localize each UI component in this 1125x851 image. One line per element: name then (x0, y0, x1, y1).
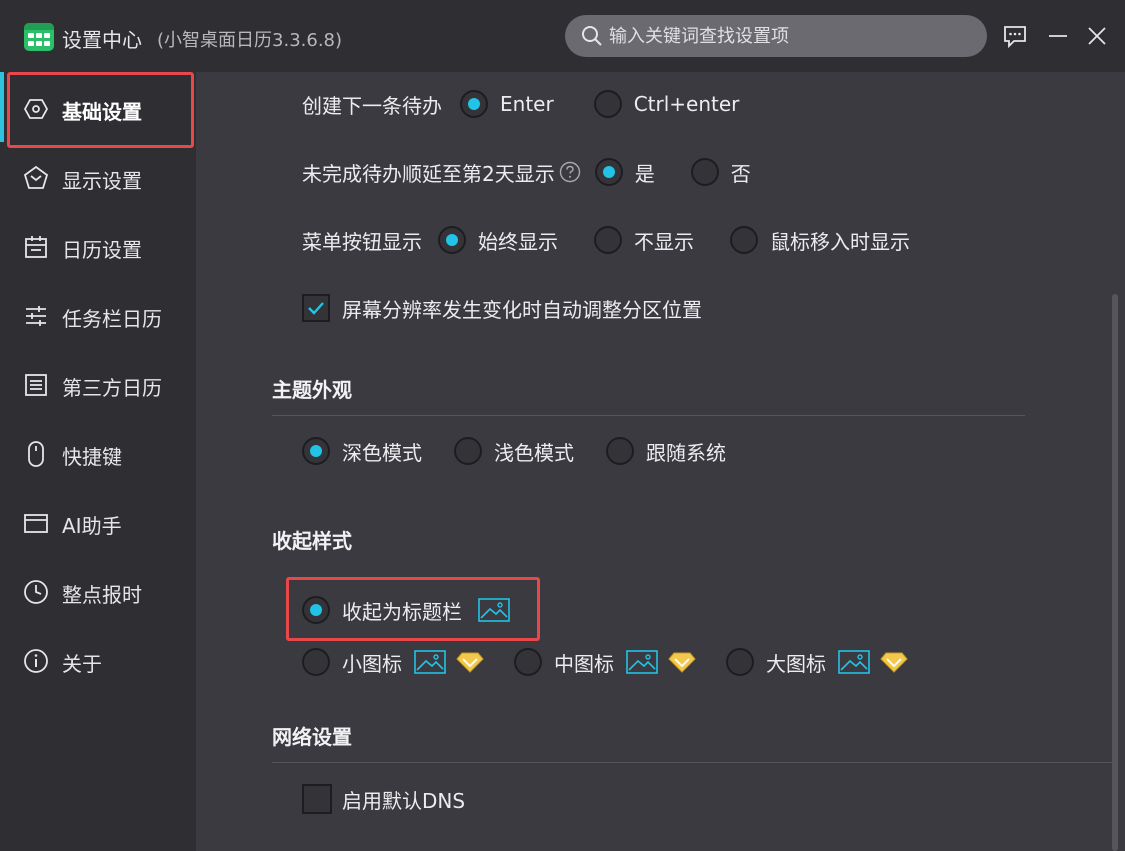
checkbox-default-dns[interactable] (302, 784, 332, 814)
vip-diamond-icon (456, 652, 484, 673)
divider (272, 762, 1112, 763)
help-icon[interactable] (559, 161, 581, 183)
scrollbar[interactable] (1112, 294, 1118, 851)
sidebar-item-label: 关于 (62, 652, 102, 676)
hexagon-icon (23, 99, 49, 119)
radio-yes[interactable] (594, 158, 623, 186)
app-version: (小智桌面日历3.3.6.8) (157, 30, 343, 51)
option-follow-system[interactable]: 跟随系统 (606, 437, 726, 466)
option-no[interactable]: 否 (690, 158, 751, 187)
option-enter[interactable]: Enter (460, 90, 554, 118)
radio-show-on-hover[interactable] (730, 226, 758, 254)
radio-follow-system[interactable] (606, 437, 634, 465)
sidebar-item-label: 日历设置 (62, 238, 142, 262)
setting-label: 启用默认DNS (342, 788, 466, 813)
settings-content: 创建下一条待办 Enter Ctrl+enter 未完成待办顺延至第2天显示 是… (196, 72, 1125, 851)
option-light-mode[interactable]: 浅色模式 (454, 437, 574, 466)
sidebar-item-label: 显示设置 (62, 169, 142, 193)
radio-large-icon[interactable] (726, 648, 754, 676)
pentagon-icon (23, 165, 49, 189)
option-ctrl-enter[interactable]: Ctrl+enter (593, 90, 739, 118)
sidebar-item-shortcuts[interactable]: 快捷键 (0, 419, 196, 488)
radio-no[interactable] (690, 158, 719, 186)
divider (272, 415, 1025, 416)
setting-theme-mode: 深色模式 浅色模式 跟随系统 (302, 437, 726, 465)
sidebar-item-taskbar-calendar[interactable]: 任务栏日历 (0, 281, 196, 350)
option-hide[interactable]: 不显示 (594, 226, 694, 255)
setting-default-dns[interactable]: 启用默认DNS (302, 784, 465, 814)
radio-enter[interactable] (460, 90, 488, 118)
option-show-on-hover[interactable]: 鼠标移入时显示 (730, 226, 910, 255)
vip-diamond-icon (880, 652, 908, 673)
sidebar-item-calendar-settings[interactable]: 日历设置 (0, 212, 196, 281)
option-medium-icon[interactable]: 中图标 (514, 648, 696, 677)
sidebar-item-label: 基础设置 (62, 100, 142, 124)
setting-auto-adjust[interactable]: 屏幕分辨率发生变化时自动调整分区位置 (302, 294, 702, 322)
setting-label: 菜单按钮显示 (302, 229, 422, 254)
sidebar-item-label: 快捷键 (62, 445, 122, 469)
image-preview-icon[interactable] (626, 650, 658, 674)
radio-always-show[interactable] (438, 226, 466, 254)
radio-small-icon[interactable] (302, 648, 330, 676)
sidebar-item-label: AI助手 (62, 514, 122, 538)
option-small-icon[interactable]: 小图标 (302, 648, 484, 677)
radio-light-mode[interactable] (454, 437, 482, 465)
radio-medium-icon[interactable] (514, 648, 542, 676)
setting-label: 创建下一条待办 (302, 93, 442, 118)
section-title-collapse-style: 收起样式 (272, 529, 352, 553)
sidebar-item-label: 整点报时 (62, 583, 142, 607)
checkbox-auto-adjust[interactable] (302, 294, 330, 322)
sidebar-item-label: 任务栏日历 (62, 307, 162, 331)
active-indicator (0, 72, 4, 142)
window-title: 设置中心 (62, 28, 142, 52)
close-icon[interactable] (1083, 22, 1111, 50)
sidebar-item-about[interactable]: 关于 (0, 626, 196, 695)
option-always-show[interactable]: 始终显示 (438, 226, 558, 255)
setting-label: 未完成待办顺延至第2天显示 (302, 161, 555, 186)
sidebar-item-third-party-calendar[interactable]: 第三方日历 (0, 350, 196, 419)
option-dark-mode[interactable]: 深色模式 (302, 437, 422, 466)
image-preview-icon[interactable] (478, 598, 510, 622)
image-preview-icon[interactable] (838, 650, 870, 674)
checkmark-icon (308, 302, 324, 315)
calendar-icon (25, 236, 47, 258)
option-large-icon[interactable]: 大图标 (726, 648, 908, 677)
section-title-network: 网络设置 (272, 725, 352, 749)
search-input[interactable] (609, 15, 969, 57)
sidebar-item-ai-assistant[interactable]: AI助手 (0, 488, 196, 557)
radio-hide[interactable] (594, 226, 622, 254)
title-bar: 设置中心 (小智桌面日历3.3.6.8) (0, 0, 1125, 72)
radio-collapse-titlebar[interactable] (302, 596, 330, 624)
option-yes[interactable]: 是 (594, 158, 655, 187)
sidebar-item-hourly-chime[interactable]: 整点报时 (0, 557, 196, 626)
feedback-icon[interactable] (1001, 22, 1029, 50)
minimize-icon[interactable] (1044, 22, 1072, 50)
search-box[interactable] (565, 15, 987, 57)
info-icon (24, 649, 48, 673)
setting-menu-button-display: 菜单按钮显示 始终显示 不显示 鼠标移入时显示 (302, 226, 910, 254)
sliders-icon (26, 306, 46, 326)
setting-collapse-titlebar[interactable]: 收起为标题栏 (302, 596, 510, 624)
setting-label: 屏幕分辨率发生变化时自动调整分区位置 (342, 297, 702, 322)
radio-ctrl-enter[interactable] (593, 90, 622, 118)
sidebar-item-basic-settings[interactable]: 基础设置 (0, 74, 196, 143)
mouse-icon (28, 441, 44, 467)
list-box-icon (25, 374, 47, 396)
image-preview-icon[interactable] (414, 650, 446, 674)
sidebar-item-label: 第三方日历 (62, 376, 162, 400)
radio-dark-mode[interactable] (302, 437, 330, 465)
setting-create-next-todo: 创建下一条待办 Enter Ctrl+enter (302, 90, 739, 118)
option-label: 收起为标题栏 (342, 599, 462, 624)
search-icon (582, 26, 602, 46)
clock-icon (24, 580, 48, 604)
window-icon (24, 514, 48, 533)
sidebar: 基础设置 显示设置 日历设置 任务栏日历 第三方日历 快捷键 AI助手 整点报时… (0, 72, 196, 851)
app-logo-icon (24, 23, 54, 51)
setting-postpone-todo: 未完成待办顺延至第2天显示 是 否 (302, 158, 751, 186)
setting-collapse-icons: 小图标 中图标 大图标 (302, 648, 908, 676)
section-title-theme: 主题外观 (272, 378, 352, 402)
vip-diamond-icon (668, 652, 696, 673)
sidebar-item-display-settings[interactable]: 显示设置 (0, 143, 196, 212)
